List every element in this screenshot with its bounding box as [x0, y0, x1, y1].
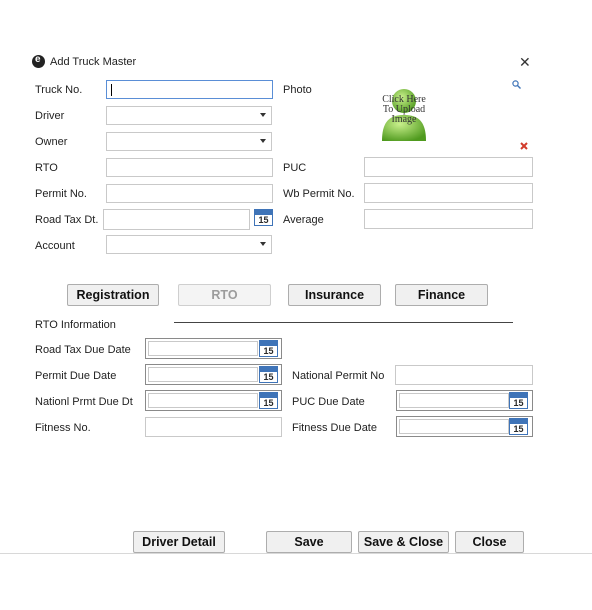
- tab-finance[interactable]: Finance: [395, 284, 488, 306]
- fitness-no-input[interactable]: [145, 417, 282, 437]
- close-window-icon[interactable]: ✕: [519, 54, 531, 71]
- calendar-icon[interactable]: 15: [254, 209, 273, 226]
- owner-label: Owner: [35, 136, 68, 148]
- save-button[interactable]: Save: [266, 531, 352, 553]
- truck-no-label: Truck No.: [35, 84, 83, 96]
- average-label: Average: [283, 214, 324, 226]
- tab-registration[interactable]: Registration: [67, 284, 159, 306]
- driver-detail-button[interactable]: Driver Detail: [133, 531, 225, 553]
- account-combo[interactable]: [106, 235, 272, 254]
- puc-label: PUC: [283, 162, 307, 174]
- photo-label: Photo: [283, 84, 312, 96]
- photo-upload-text: Click Here To Upload Image: [382, 94, 426, 125]
- national-permit-no-input[interactable]: [395, 365, 533, 385]
- owner-combo[interactable]: [106, 132, 272, 151]
- close-button[interactable]: Close: [455, 531, 524, 553]
- rto-label: RTO: [35, 162, 58, 174]
- wb-permit-no-input[interactable]: [364, 183, 533, 203]
- photo-upload-area[interactable]: Click Here To Upload Image: [376, 85, 432, 143]
- section-divider: [174, 322, 513, 323]
- driver-combo[interactable]: [106, 106, 272, 125]
- chevron-down-icon[interactable]: [260, 139, 266, 143]
- rto-input[interactable]: [106, 158, 273, 177]
- truck-no-input[interactable]: [106, 80, 273, 99]
- tab-insurance[interactable]: Insurance: [288, 284, 381, 306]
- puc-due-date-label: PUC Due Date: [292, 396, 365, 408]
- account-label: Account: [35, 240, 75, 252]
- section-heading: RTO Information: [35, 319, 116, 331]
- save-close-button[interactable]: Save & Close: [358, 531, 449, 553]
- national-permit-no-label: National Permit No: [292, 370, 385, 382]
- app-logo-icon: e: [32, 54, 45, 68]
- chevron-down-icon[interactable]: [260, 113, 266, 117]
- bottom-divider: [0, 553, 592, 554]
- road-tax-dt-label: Road Tax Dt.: [35, 214, 99, 226]
- calendar-icon[interactable]: 15: [259, 366, 278, 383]
- nationl-prmt-due-dt-label: Nationl Prmt Due Dt: [35, 396, 133, 408]
- average-input[interactable]: [364, 209, 533, 229]
- fitness-no-label: Fitness No.: [35, 422, 91, 434]
- road-tax-due-date-label: Road Tax Due Date: [35, 344, 131, 356]
- permit-no-label: Permit No.: [35, 188, 87, 200]
- puc-input[interactable]: [364, 157, 533, 177]
- tab-rto[interactable]: RTO: [178, 284, 271, 306]
- calendar-icon[interactable]: 15: [509, 418, 528, 435]
- calendar-icon[interactable]: 15: [509, 392, 528, 409]
- zoom-icon[interactable]: [512, 80, 521, 89]
- road-tax-dt-input[interactable]: [103, 209, 250, 230]
- text-caret: [111, 84, 112, 96]
- wb-permit-no-label: Wb Permit No.: [283, 188, 355, 200]
- chevron-down-icon[interactable]: [260, 242, 266, 246]
- driver-label: Driver: [35, 110, 65, 122]
- calendar-icon[interactable]: 15: [259, 340, 278, 357]
- remove-photo-icon[interactable]: [520, 141, 528, 150]
- calendar-icon[interactable]: 15: [259, 392, 278, 409]
- permit-due-date-label: Permit Due Date: [35, 370, 117, 382]
- window-title: Add Truck Master: [50, 56, 137, 68]
- permit-no-input[interactable]: [106, 184, 273, 203]
- fitness-due-date-label: Fitness Due Date: [292, 422, 377, 434]
